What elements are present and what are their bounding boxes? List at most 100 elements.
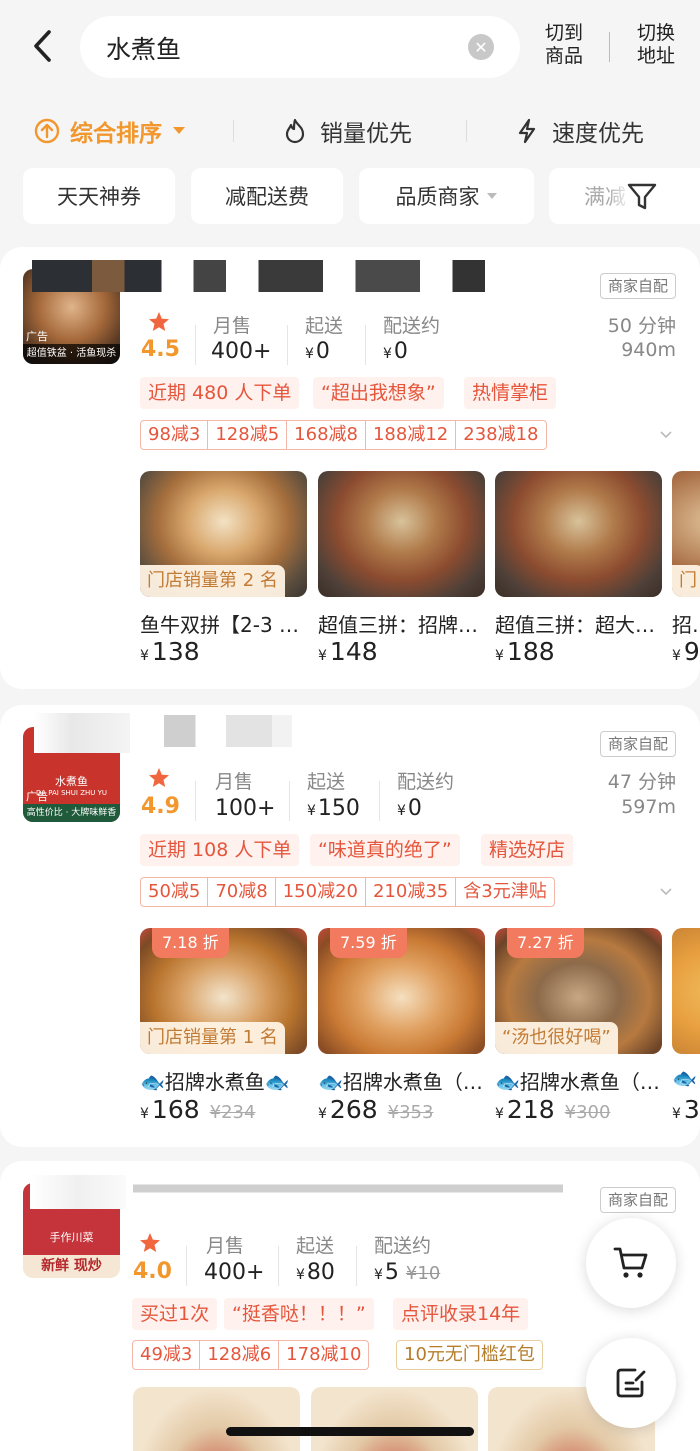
switch-addr-line2: 地址 [636,45,675,67]
divider [195,325,196,365]
self-delivery-tag: 商家自配 [599,273,676,299]
store-tag: 近期 480 人下单 [140,377,300,409]
dish-price: ¥168 ¥234 [140,1095,256,1124]
min-order-amount: 80 [306,1260,335,1285]
rating: 4.9 [141,794,180,819]
store-name-blurred [34,713,130,753]
chevron-down-icon[interactable] [660,429,672,441]
dish-image[interactable]: 门 [672,471,700,597]
distance: 597m [621,796,676,818]
monthly-sales-label: 月售 [215,771,254,793]
sort-by-speed[interactable]: 速度优先 [516,114,644,148]
switch-to-goods-button[interactable]: 切到 商品 [540,22,588,68]
monthly-sales-value: 100+ [215,796,276,821]
promo-item: 150减20 [276,878,366,906]
search-input[interactable]: 水煮鱼 ✕ [80,16,520,78]
sales-rank-badge: 门店销量第 2 名 [140,565,285,597]
price-value: 168 [151,1095,200,1124]
cart-button[interactable] [586,1218,676,1308]
dish-name: 🐟 [672,1066,697,1090]
caret-down-icon [486,193,497,199]
sort-by-sales[interactable]: 销量优先 [284,114,412,148]
chip-reduced-delivery[interactable]: 减配送费 [191,168,343,224]
caret-down-icon [173,127,185,134]
original-price: ¥300 [564,1102,611,1123]
search-query: 水煮鱼 [106,35,182,64]
review-badge: “汤也很好喝” [495,1022,618,1054]
dish-price: ¥188 [495,637,555,666]
edit-note-icon [616,1368,646,1398]
switch-goods-line2: 商品 [544,45,583,67]
dish-price: ¥3 [672,1095,700,1124]
divider [287,325,288,365]
distance: 940m [621,339,676,361]
divider [195,781,196,821]
lightning-icon [518,118,536,144]
store-tag: 买过1次 [132,1298,218,1330]
store-name-blurred [30,1175,126,1209]
flame-icon [285,118,305,144]
cart-icon [613,1247,648,1278]
divider [379,781,380,821]
switch-addr-line1: 切换 [636,22,675,44]
price-value: 9 [683,637,700,666]
delivery-fee-value: ¥0 [383,339,408,364]
promo-item: 49减3 [133,1341,201,1369]
store-card[interactable]: 超值铁盆 · 活鱼现杀 广告 商家自配 4.5 月售 400+ 起送 ¥0 配送… [0,247,700,689]
price-value: 218 [506,1095,555,1124]
sort-sales-label: 销量优先 [320,121,412,147]
switch-address-button[interactable]: 切换 地址 [632,22,680,68]
min-order-amount: 0 [315,339,330,364]
divider [466,120,467,142]
switch-goods-line1: 切到 [544,22,583,44]
dish-image[interactable] [495,471,662,597]
monthly-sales-label: 月售 [213,315,252,337]
chip-quality-merchant[interactable]: 品质商家 [359,168,534,224]
promo-item: 98减3 [141,421,209,449]
dish-image[interactable]: 门店销量第 2 名 [140,471,307,597]
dish-image[interactable] [672,928,700,1054]
dish-name: 🐟招牌水煮鱼（小份） [495,1070,665,1094]
promo-item: 50减5 [141,878,209,906]
monthly-sales-value: 400+ [211,339,272,364]
sort-comprehensive-label: 综合排序 [70,121,162,147]
divider [289,781,290,821]
order-notes-button[interactable] [586,1338,676,1428]
store-tag: 点评收录14年 [393,1298,529,1330]
dish-image[interactable]: 7.59 折 [318,928,485,1054]
dish-image[interactable] [318,471,485,597]
back-button[interactable] [22,22,62,70]
dish-name: 超值三拼：超大份水煮鱼 [495,613,665,637]
store-tag: 热情掌柜 [464,377,557,409]
ad-label: 广告 [26,330,48,343]
search-header: 水煮鱼 ✕ 切到 商品 切换 地址 [0,0,700,96]
delivery-fee-amount: 0 [393,339,408,364]
logo-top-text: 手作川菜 [49,1231,94,1244]
clear-search-button[interactable]: ✕ [468,34,494,60]
ad-label: 广告 [26,790,48,803]
divider [278,1246,279,1286]
delivery-fee-amount: 5 [384,1260,399,1285]
filter-button[interactable] [612,176,672,218]
chip-label: 天天神券 [57,185,141,209]
promo-item: 178减10 [286,1344,362,1365]
dish-image[interactable] [133,1387,300,1451]
logo-bottom-text: 新鲜 现炒 [41,1258,102,1274]
promo-item: 188减12 [366,421,457,449]
divider [186,1246,187,1286]
monthly-sales-label: 月售 [206,1235,245,1257]
price-value: 268 [329,1095,378,1124]
chevron-down-icon[interactable] [660,886,672,898]
chevron-left-icon [34,30,51,62]
promo-item: 238减18 [463,424,539,445]
sort-comprehensive[interactable]: 综合排序 [34,114,186,148]
store-tag: “味道真的绝了” [310,834,460,866]
dish-image[interactable]: 7.18 折 门店销量第 1 名 [140,928,307,1054]
dish-image[interactable] [311,1387,478,1451]
dish-image[interactable]: 7.27 折 “汤也很好喝” [495,928,662,1054]
chip-daily-coupon[interactable]: 天天神券 [23,168,175,224]
sales-rank-badge: 门 [672,565,700,597]
delivery-time: 50 分钟 [607,315,676,337]
delivery-fee-value: ¥5 ¥10 [374,1260,441,1285]
store-card[interactable]: 水煮鱼 DA PAI SHUI ZHU YU 高性价比 · 大牌味鲜香 广告 商… [0,705,700,1147]
